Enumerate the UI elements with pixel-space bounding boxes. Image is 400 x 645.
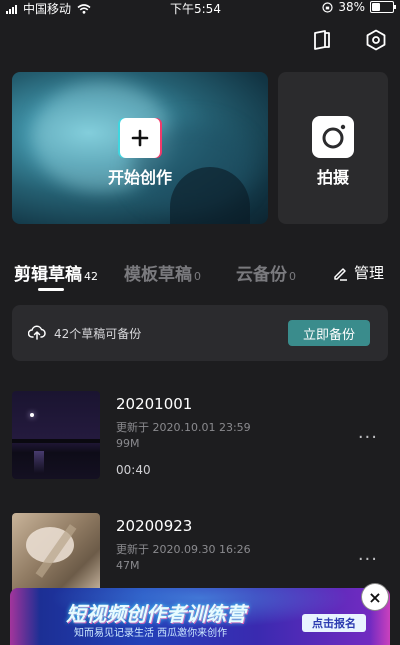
draft-size: 47M (116, 559, 140, 572)
banner-subtitle: 知而易见记录生活 西瓜邀你来创作 (74, 628, 228, 639)
backup-now-button[interactable]: 立即备份 (288, 320, 370, 346)
orientation-lock-icon (322, 1, 333, 13)
draft-name: 20201001 (116, 395, 193, 413)
book-icon[interactable] (310, 28, 334, 52)
tab-cloud-backup-count: 0 (289, 270, 296, 283)
start-creating-card[interactable]: 开始创作 (12, 72, 268, 224)
promo-banner[interactable]: 短视频创作者训练营 知而易见记录生活 西瓜邀你来创作 点击报名 (10, 588, 390, 645)
tab-edit-drafts[interactable]: 剪辑草稿 42 (14, 260, 98, 285)
clock: 下午5:54 (170, 2, 221, 16)
draft-duration: 00:40 (116, 463, 151, 477)
tab-edit-drafts-count: 42 (84, 270, 98, 283)
draft-item[interactable]: 20201001 更新于 2020.10.01 23:59 99M 00:40 … (12, 391, 388, 491)
camera-icon (312, 116, 354, 158)
draft-updated-time: 更新于 2020.10.01 23:59 (116, 421, 251, 434)
draft-updated-time: 更新于 2020.09.30 16:26 (116, 543, 251, 556)
carrier-label: 中国移动 (23, 2, 72, 16)
start-creating-label: 开始创作 (107, 168, 172, 187)
banner-signup-button[interactable]: 点击报名 (302, 614, 366, 632)
more-options-icon[interactable]: ··· (358, 427, 378, 448)
tab-template-drafts[interactable]: 模板草稿 0 (124, 260, 201, 285)
tab-template-drafts-count: 0 (194, 270, 201, 283)
close-banner-button[interactable]: × (362, 584, 388, 610)
tab-cloud-backup-label: 云备份 (236, 265, 287, 285)
backup-banner: 42个草稿可备份 立即备份 (12, 305, 388, 361)
backup-text: 42个草稿可备份 (54, 327, 142, 341)
manage-button[interactable]: 管理 (332, 262, 384, 283)
draft-name: 20200923 (116, 517, 193, 535)
battery-percent: 38% (338, 0, 365, 14)
tab-cloud-backup[interactable]: 云备份 0 (236, 260, 296, 285)
tab-template-drafts-label: 模板草稿 (124, 265, 192, 285)
banner-neon-left (10, 588, 40, 645)
shoot-card[interactable]: 拍摄 (278, 72, 388, 224)
banner-title: 短视频创作者训练营 (66, 602, 246, 626)
battery-icon (370, 1, 396, 13)
settings-hexagon-icon[interactable] (364, 28, 388, 52)
active-tab-indicator (38, 288, 64, 291)
cell-signal-icon (6, 4, 17, 14)
tab-edit-drafts-label: 剪辑草稿 (14, 265, 82, 285)
wifi-icon (77, 3, 91, 14)
cloud-upload-icon (28, 325, 46, 340)
draft-tabs: 剪辑草稿 42 模板草稿 0 云备份 0 管理 (14, 260, 392, 294)
edit-pencil-icon (334, 267, 347, 281)
shoot-label: 拍摄 (316, 168, 349, 187)
status-bar: 中国移动 下午5:54 38% (0, 0, 400, 16)
manage-label: 管理 (353, 264, 384, 282)
draft-size: 99M (116, 437, 140, 450)
more-options-icon[interactable]: ··· (358, 549, 378, 570)
draft-thumbnail (12, 391, 100, 479)
plus-icon (120, 118, 160, 158)
